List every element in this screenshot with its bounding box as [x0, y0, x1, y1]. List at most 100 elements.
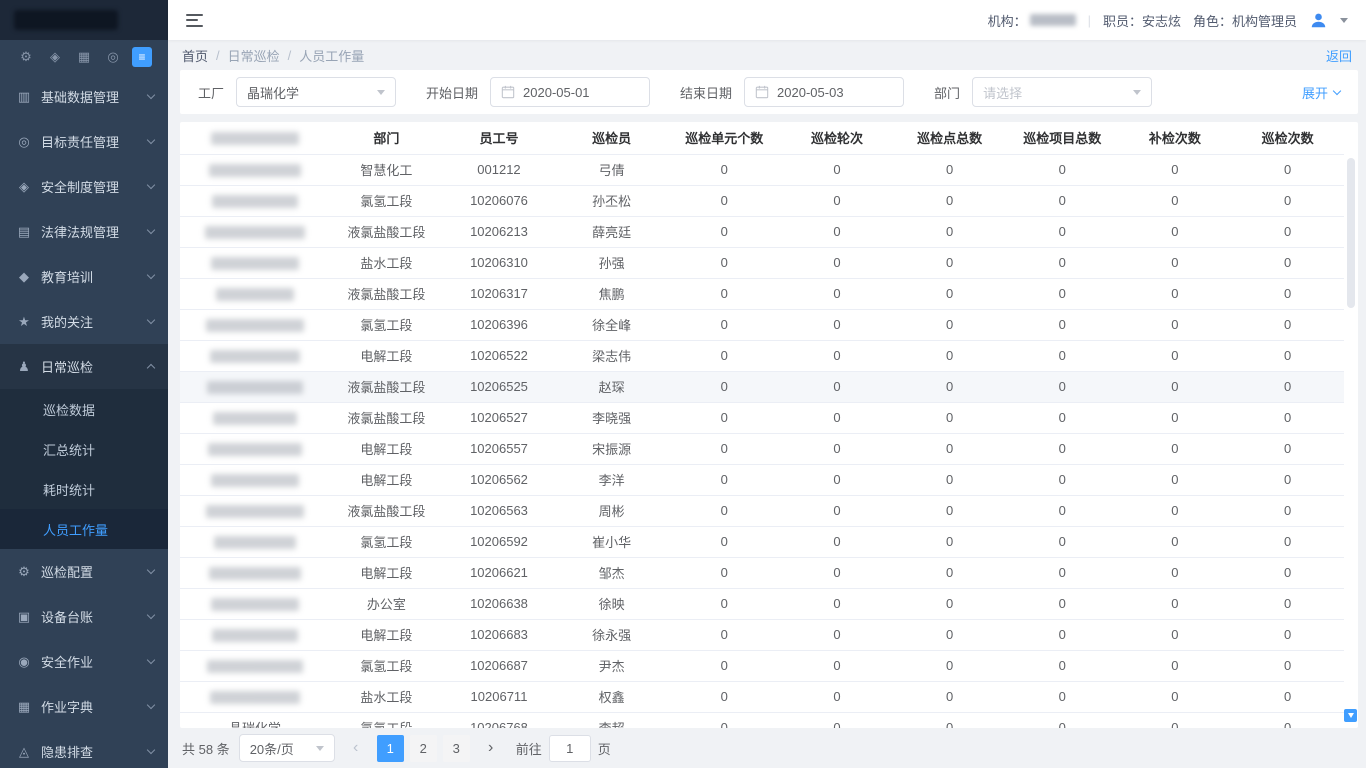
- cell-metric: 0: [668, 340, 781, 371]
- sidebar-item-8[interactable]: ▣设备台账: [0, 594, 168, 639]
- table-row[interactable]: 电解工段10206562李洋000000: [180, 464, 1344, 495]
- page-button-1[interactable]: 1: [377, 735, 404, 762]
- chevron-down-icon: [147, 91, 155, 99]
- sidebar-item-4[interactable]: ◆教育培训: [0, 254, 168, 299]
- chevron-down-icon[interactable]: [1340, 18, 1348, 27]
- table-row[interactable]: 氯氢工段10206076孙丕松000000: [180, 185, 1344, 216]
- table-row[interactable]: 氯氢工段10206592崔小华000000: [180, 526, 1344, 557]
- page-size-select[interactable]: 20条/页: [239, 734, 335, 762]
- sidebar-item-3[interactable]: ▤法律法规管理: [0, 209, 168, 254]
- sidebar-subitem-0[interactable]: 巡检数据: [0, 389, 168, 429]
- cell-metric: 0: [668, 712, 781, 728]
- chevron-down-icon: [147, 271, 155, 279]
- sidebar-item-5[interactable]: ★我的关注: [0, 299, 168, 344]
- table-row[interactable]: 电解工段10206683徐永强000000: [180, 619, 1344, 650]
- table-row[interactable]: 液氯盐酸工段10206317焦鹏000000: [180, 278, 1344, 309]
- redacted-text: [205, 226, 305, 239]
- table-row[interactable]: 智慧化工001212弓倩000000: [180, 154, 1344, 185]
- active-module-icon[interactable]: ≡: [132, 47, 152, 67]
- table-row[interactable]: 氯氢工段10206396徐全峰000000: [180, 309, 1344, 340]
- cell-emp: 10206563: [443, 495, 556, 526]
- cell-emp: 10206621: [443, 557, 556, 588]
- page-button-2[interactable]: 2: [410, 735, 437, 762]
- scroll-down-button[interactable]: [1344, 709, 1357, 722]
- cell-emp: 10206522: [443, 340, 556, 371]
- table-row[interactable]: 办公室10206638徐映000000: [180, 588, 1344, 619]
- start-date-input[interactable]: 2020-05-01: [490, 77, 650, 107]
- cell-factory: [180, 681, 330, 712]
- goto-page-input[interactable]: [549, 735, 591, 762]
- sidebar-item-label: 目标责任管理: [41, 132, 148, 151]
- cell-factory: [180, 433, 330, 464]
- table-row[interactable]: 晶瑞化学氯氢工段10206768李超000000: [180, 712, 1344, 728]
- next-page-button[interactable]: ›: [479, 734, 503, 762]
- table-row[interactable]: 液氯盐酸工段10206525赵琛000000: [180, 371, 1344, 402]
- vertical-scrollbar: [1347, 156, 1355, 704]
- col-header-7: 补检次数: [1119, 122, 1232, 154]
- col-header-6: 巡检项目总数: [1006, 122, 1119, 154]
- redacted-text: [210, 691, 300, 704]
- table-row[interactable]: 氯氢工段10206687尹杰000000: [180, 650, 1344, 681]
- breadcrumb-section[interactable]: 日常巡检: [228, 46, 280, 65]
- table-row[interactable]: 盐水工段10206711权鑫000000: [180, 681, 1344, 712]
- table-row[interactable]: 液氯盐酸工段10206527李晓强000000: [180, 402, 1344, 433]
- table-row[interactable]: 液氯盐酸工段10206213薛亮廷000000: [180, 216, 1344, 247]
- sidebar-subitem-2[interactable]: 耗时统计: [0, 469, 168, 509]
- col-header-5: 巡检点总数: [893, 122, 1006, 154]
- breadcrumb-home[interactable]: 首页: [182, 46, 208, 65]
- sidebar-item-0[interactable]: ▥基础数据管理: [0, 74, 168, 119]
- person-icon: ♟: [16, 359, 32, 375]
- expand-filters-link[interactable]: 展开: [1302, 83, 1340, 102]
- page-button-3[interactable]: 3: [443, 735, 470, 762]
- cell-metric: 0: [1119, 619, 1232, 650]
- department-select[interactable]: 请选择: [972, 77, 1152, 107]
- table-row[interactable]: 电解工段10206522梁志伟000000: [180, 340, 1344, 371]
- redacted-text: [212, 629, 298, 642]
- scrollbar-thumb[interactable]: [1347, 158, 1355, 308]
- cell-metric: 0: [668, 588, 781, 619]
- sidebar-item-label: 安全作业: [41, 652, 148, 671]
- factory-select[interactable]: 晶瑞化学: [236, 77, 396, 107]
- cell-metric: 0: [781, 402, 894, 433]
- nodes-icon[interactable]: ◈: [45, 47, 65, 67]
- menu-collapse-icon[interactable]: [186, 14, 203, 27]
- sidebar-item-6[interactable]: ♟ 日常巡检: [0, 344, 168, 389]
- logo-redacted: [14, 10, 118, 30]
- cell-metric: 0: [668, 526, 781, 557]
- table-row[interactable]: 盐水工段10206310孙强000000: [180, 247, 1344, 278]
- cell-metric: 0: [1006, 712, 1119, 728]
- user-avatar-icon[interactable]: [1309, 11, 1328, 30]
- sidebar-item-2[interactable]: ◈安全制度管理: [0, 164, 168, 209]
- sidebar-item-11[interactable]: ◬隐患排查: [0, 729, 168, 768]
- table-row[interactable]: 电解工段10206621邹杰000000: [180, 557, 1344, 588]
- target-icon: ◎: [16, 134, 32, 150]
- table-row[interactable]: 液氯盐酸工段10206563周彬000000: [180, 495, 1344, 526]
- sidebar-item-7[interactable]: ⚙巡检配置: [0, 549, 168, 594]
- department-select-placeholder: 请选择: [983, 83, 1022, 102]
- cell-metric: 0: [668, 650, 781, 681]
- cell-metric: 0: [1231, 681, 1344, 712]
- cell-factory: [180, 340, 330, 371]
- sidebar-item-label: 日常巡检: [41, 357, 148, 376]
- end-date-input[interactable]: 2020-05-03: [744, 77, 904, 107]
- prev-page-button[interactable]: ‹: [344, 734, 368, 762]
- sidebar-item-10[interactable]: ▦作业字典: [0, 684, 168, 729]
- sidebar-item-9[interactable]: ◉安全作业: [0, 639, 168, 684]
- gear-icon[interactable]: ⚙: [16, 47, 36, 67]
- cell-metric: 0: [893, 185, 1006, 216]
- cell-dept: 智慧化工: [330, 154, 443, 185]
- sidebar-item-1[interactable]: ◎ 目标责任管理: [0, 119, 168, 164]
- table-wrap: 部门员工号巡检员巡检单元个数巡检轮次巡检点总数巡检项目总数补检次数巡检次数 智慧…: [180, 122, 1344, 728]
- sidebar-subitem-1[interactable]: 汇总统计: [0, 429, 168, 469]
- cell-metric: 0: [893, 433, 1006, 464]
- sidebar-item-label: 设备台账: [41, 607, 148, 626]
- back-link[interactable]: 返回: [1326, 46, 1352, 65]
- cell-factory: [180, 154, 330, 185]
- sidebar-subitem-3[interactable]: 人员工作量: [0, 509, 168, 549]
- cell-dept: 电解工段: [330, 433, 443, 464]
- factory-filter: 工厂 晶瑞化学: [198, 77, 396, 107]
- cell-metric: 0: [1119, 247, 1232, 278]
- table-row[interactable]: 电解工段10206557宋振源000000: [180, 433, 1344, 464]
- grid-icon[interactable]: ▦: [74, 47, 94, 67]
- target-icon[interactable]: ◎: [103, 47, 123, 67]
